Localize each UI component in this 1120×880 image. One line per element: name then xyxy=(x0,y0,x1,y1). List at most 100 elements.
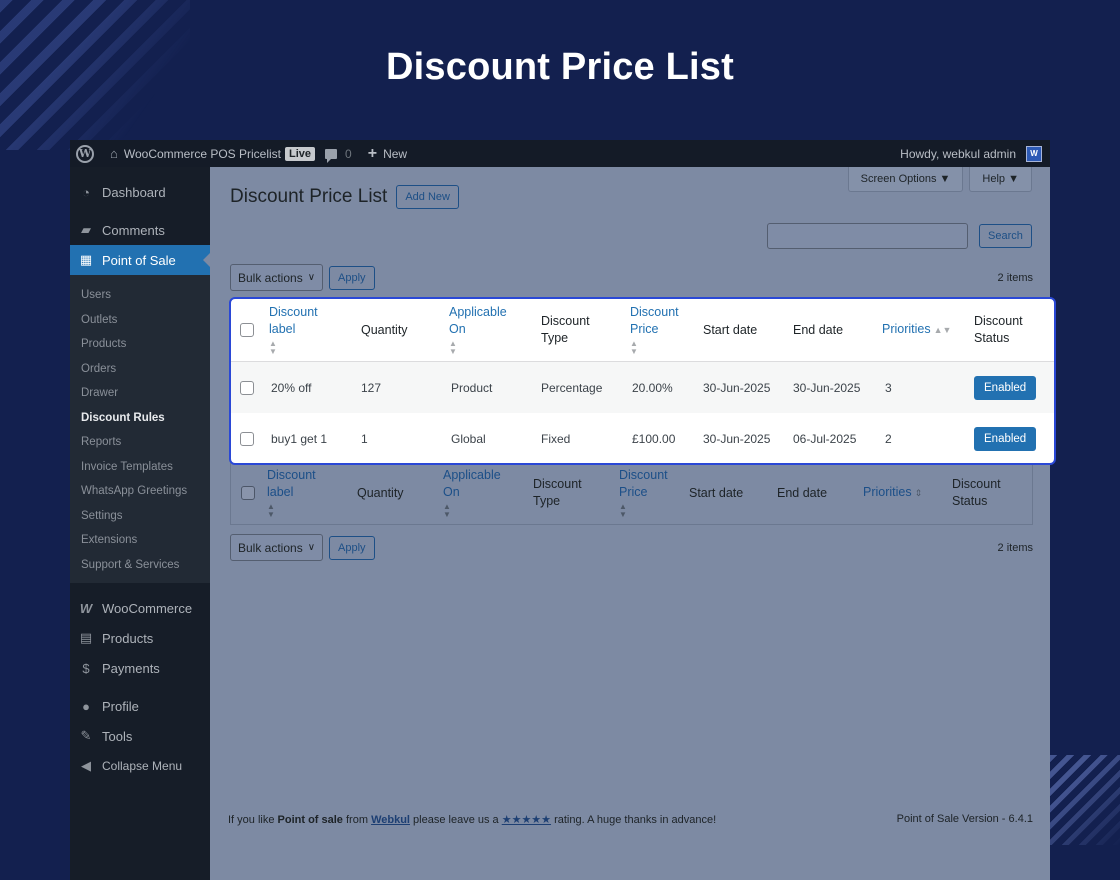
hero-title: Discount Price List xyxy=(386,46,734,88)
submenu-item-extensions[interactable]: Extensions xyxy=(70,528,210,553)
submenu-item-reports[interactable]: Reports xyxy=(70,430,210,455)
column-discount-label[interactable]: Discount label ▲ ▼ xyxy=(269,304,361,356)
screen-meta-links: Screen Options ▼ Help ▼ xyxy=(847,167,1032,192)
submenu-item-invoice-templates[interactable]: Invoice Templates xyxy=(70,455,210,480)
cell-start-date: 30-Jun-2025 xyxy=(703,431,771,446)
version-text: Point of Sale Version - 6.4.1 xyxy=(896,813,1033,825)
row-checkbox[interactable] xyxy=(240,380,254,395)
status-enabled-button[interactable]: Enabled xyxy=(974,426,1037,451)
page-title: Discount Price List xyxy=(230,186,388,207)
sidebar-item-products[interactable]: ▤ Products xyxy=(70,623,210,653)
sidebar-item-profile[interactable]: ● Profile xyxy=(70,691,210,721)
column-discount-price[interactable]: Discount Price ▲ ▼ xyxy=(619,467,689,519)
tablenav-top: Bulk actions ∨ Apply 2 items xyxy=(230,264,1033,291)
wordpress-logo-icon[interactable]: W xyxy=(76,144,94,163)
sidebar-item-payments[interactable]: $ Payments xyxy=(70,653,210,683)
sidebar-item-dashboard[interactable]: ◔ Dashboard xyxy=(70,177,210,207)
new-content-link[interactable]: + New xyxy=(368,145,407,163)
submenu-item-discount-rules[interactable]: Discount Rules xyxy=(70,406,210,431)
column-priorities[interactable]: Priorities ⇕ xyxy=(863,484,952,502)
sidebar-item-point-of-sale[interactable]: ▦ Point of Sale xyxy=(70,245,210,275)
sidebar-item-woocommerce[interactable]: W WooCommerce xyxy=(70,593,210,623)
live-badge: Live xyxy=(285,146,316,161)
sort-icon: ▲▼ xyxy=(449,339,457,356)
column-end-date: End date xyxy=(793,322,844,337)
tablenav-bottom: Bulk actions ∨ Apply 2 items xyxy=(230,534,1033,561)
column-start-date: Start date xyxy=(703,322,758,337)
sort-icon: ▲▼ xyxy=(269,339,277,356)
sidebar-item-label: Products xyxy=(102,630,154,646)
screen-options-button[interactable]: Screen Options ▼ xyxy=(847,167,964,192)
column-quantity: Quantity xyxy=(361,322,408,337)
comment-icon xyxy=(325,148,338,163)
bulk-actions-select[interactable]: Bulk actions ∨ xyxy=(230,264,324,291)
submenu-item-whatsapp-greetings[interactable]: WhatsApp Greetings xyxy=(70,479,210,504)
rating-stars-link[interactable]: ★★★★★ xyxy=(502,814,551,826)
bulk-actions-select-bottom[interactable]: Bulk actions ∨ xyxy=(230,534,324,561)
search-button[interactable]: Search xyxy=(979,224,1032,248)
user-icon: ● xyxy=(82,698,90,714)
column-discount-price[interactable]: Discount Price ▲ ▼ xyxy=(630,304,703,356)
submenu-item-orders[interactable]: Orders xyxy=(70,357,210,382)
chevron-down-icon: ∨ xyxy=(307,272,316,283)
woocommerce-icon: W xyxy=(79,600,93,616)
comments-link[interactable]: 0 xyxy=(325,147,352,163)
column-applicable-on[interactable]: Applicable On ▲ ▼ xyxy=(449,304,541,356)
account-menu[interactable]: Howdy, webkul admin xyxy=(900,147,1016,161)
new-label: New xyxy=(383,146,408,161)
column-applicable-on[interactable]: Applicable On ▲ ▼ xyxy=(443,467,533,519)
column-discount-label[interactable]: Discount label ▲ ▼ xyxy=(267,467,357,519)
site-name-link[interactable]: ⌂ WooCommerce POS Pricelist Live xyxy=(110,146,316,161)
submenu-item-settings[interactable]: Settings xyxy=(70,504,210,529)
table-row: 20% off 127 Product Percentage 20.00% 30… xyxy=(231,362,1054,413)
pos-submenu: Users Outlets Products Orders Drawer Dis… xyxy=(70,275,210,583)
row-checkbox[interactable] xyxy=(240,431,254,446)
sidebar-item-label: WooCommerce xyxy=(102,600,193,616)
sort-icon: ▲▼ xyxy=(267,502,275,519)
cell-quantity: 1 xyxy=(361,431,368,446)
cell-discount-price: £100.00 xyxy=(632,431,676,446)
discount-table-highlight: Discount label ▲ ▼ Quantity Applicable On ▲… xyxy=(229,297,1056,465)
webkul-link[interactable]: Webkul xyxy=(371,814,410,826)
collapse-icon: ◀ xyxy=(81,758,91,773)
bulk-actions-label: Bulk actions xyxy=(238,540,303,555)
select-all-checkbox[interactable] xyxy=(240,323,254,337)
apply-button-bottom[interactable]: Apply xyxy=(329,535,375,560)
help-button[interactable]: Help ▼ xyxy=(969,167,1032,192)
submenu-item-outlets[interactable]: Outlets xyxy=(70,308,210,333)
add-new-button[interactable]: Add New xyxy=(396,185,459,209)
cell-start-date: 30-Jun-2025 xyxy=(703,380,771,395)
status-enabled-button[interactable]: Enabled xyxy=(974,375,1037,400)
submenu-item-support[interactable]: Support & Services xyxy=(70,553,210,578)
sort-icon: ⇕ xyxy=(914,488,923,498)
sidebar-item-comments[interactable]: ▰ Comments xyxy=(70,215,210,245)
sidebar-item-label: Profile xyxy=(102,698,139,714)
column-discount-type: Discount Type xyxy=(541,314,590,345)
plus-icon: + xyxy=(367,144,378,162)
submenu-item-drawer[interactable]: Drawer xyxy=(70,381,210,406)
footer-rating-text: If you like Point of sale from Webkul pl… xyxy=(228,814,717,826)
column-discount-type: Discount Type xyxy=(533,477,582,508)
submenu-item-products[interactable]: Products xyxy=(70,332,210,357)
column-quantity: Quantity xyxy=(357,485,404,500)
column-priorities[interactable]: Priorities ▲▼ xyxy=(882,321,974,339)
submenu-item-users[interactable]: Users xyxy=(70,283,210,308)
cell-discount-label[interactable]: 20% off xyxy=(269,381,361,395)
cell-discount-label[interactable]: buy1 get 1 xyxy=(269,432,361,446)
sidebar-item-tools[interactable]: ✎ Tools xyxy=(70,721,210,751)
select-all-checkbox-bottom[interactable] xyxy=(241,486,255,500)
search-input[interactable] xyxy=(767,223,968,249)
sidebar-item-label: Dashboard xyxy=(102,184,166,200)
avatar[interactable]: W xyxy=(1026,145,1042,162)
cell-applicable-on: Global xyxy=(451,431,486,446)
collapse-menu-button[interactable]: ◀ Collapse Menu xyxy=(70,751,210,781)
bulk-actions-label: Bulk actions xyxy=(238,270,303,285)
sidebar-item-label: Comments xyxy=(102,222,165,238)
cell-applicable-on: Product xyxy=(451,380,493,395)
cell-end-date: 30-Jun-2025 xyxy=(793,380,861,395)
chevron-down-icon: ∨ xyxy=(307,542,316,553)
admin-bar: W ⌂ WooCommerce POS Pricelist Live 0 + N… xyxy=(70,140,1050,167)
apply-button[interactable]: Apply xyxy=(329,265,375,290)
dashboard-icon: ◔ xyxy=(82,184,90,200)
cell-discount-price: 20.00% xyxy=(632,380,673,395)
